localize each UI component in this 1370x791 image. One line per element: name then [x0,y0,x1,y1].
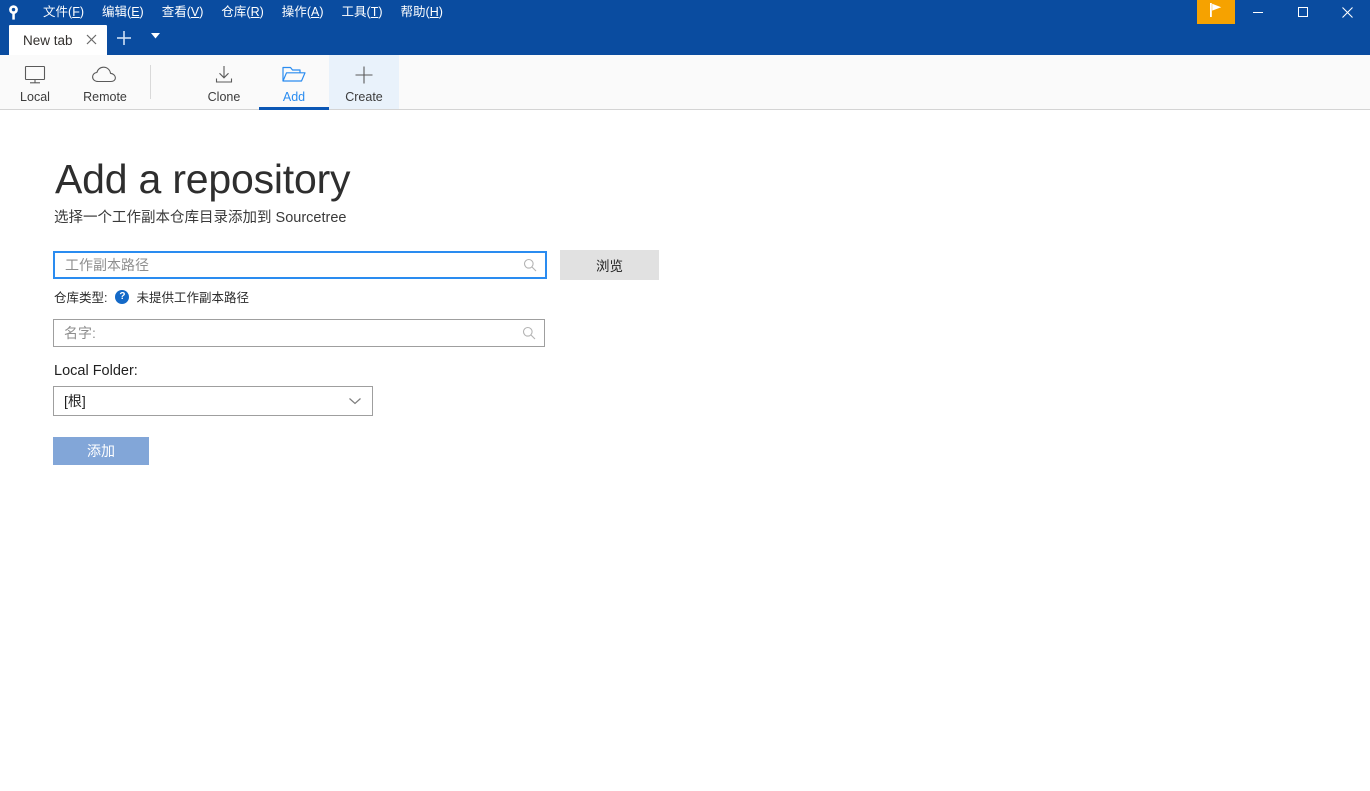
menu-item-file-mnemonic: F [72,5,80,19]
search-icon [522,326,536,340]
minimize-button[interactable] [1235,0,1280,24]
plus-icon [116,28,132,51]
toolbar-button-local[interactable]: Local [0,55,70,109]
menu-bar: 文件(F) 编辑(E) 查看(V) 仓库(R) 操作(A) 工具(T) 帮助(H… [34,0,452,24]
cloud-icon [91,63,119,87]
toolbar-button-create-label: Create [345,90,383,104]
menu-item-edit[interactable]: 编辑(E) [93,1,153,24]
search-icon [523,258,537,272]
main-toolbar: Local Remote Clone Add [0,55,1370,110]
download-arrow-icon [213,63,235,87]
toolbar-button-clone-label: Clone [208,90,241,104]
toolbar-button-remote-label: Remote [83,90,127,104]
monitor-icon [23,63,47,87]
menu-item-actions-mnemonic: A [311,5,319,19]
toolbar-spacer [161,55,189,109]
toolbar-button-add[interactable]: Add [259,55,329,109]
browse-button[interactable]: 浏览 [560,250,659,280]
repo-type-row: 仓库类型: ? 未提供工作副本路径 [54,287,1370,306]
menu-item-help[interactable]: 帮助(H) [392,1,452,24]
working-copy-path-field[interactable] [53,251,547,279]
toolbar-button-local-label: Local [20,90,50,104]
new-tab-button[interactable] [107,29,141,50]
local-folder-selected-value: [根] [64,391,86,411]
working-copy-path-input[interactable] [55,254,545,276]
close-icon [1341,6,1354,19]
menu-item-help-label: 帮助 [401,5,426,19]
toolbar-button-create[interactable]: Create [329,55,399,109]
maximize-icon [1297,6,1309,18]
close-button[interactable] [1325,0,1370,24]
name-field-row [53,319,1370,347]
repo-type-status: 未提供工作副本路径 [136,287,249,306]
path-field-row: 浏览 [53,250,1370,280]
menu-item-tools-mnemonic: T [371,5,379,19]
tab-label: New tab [23,33,73,48]
add-button[interactable]: 添加 [53,437,149,465]
menu-item-repository-mnemonic: R [251,5,260,19]
sourcetree-logo-icon [0,0,26,24]
toolbar-button-remote[interactable]: Remote [70,55,140,109]
page-subtitle: 选择一个工作副本仓库目录添加到 Sourcetree [54,208,1370,228]
window-controls [1197,0,1370,24]
open-folder-icon [281,63,307,87]
chevron-down-icon [348,397,362,406]
toolbar-button-clone[interactable]: Clone [189,55,259,109]
menu-item-repository-label: 仓库 [221,5,246,19]
chevron-down-icon [151,26,160,43]
menu-item-actions[interactable]: 操作(A) [273,1,333,24]
local-folder-select[interactable]: [根] [53,386,373,416]
repo-type-label: 仓库类型: [54,287,107,306]
menu-item-view-mnemonic: V [191,5,199,19]
tab-new-tab[interactable]: New tab [9,25,107,55]
minimize-icon [1252,6,1264,18]
toolbar-separator [150,65,151,99]
plus-icon [353,63,375,87]
tab-list-dropdown-button[interactable] [143,26,168,44]
menu-item-file-label: 文件 [43,5,68,19]
close-icon[interactable] [85,33,99,47]
menu-item-actions-label: 操作 [282,5,307,19]
flag-icon [1209,2,1224,23]
menu-item-view-label: 查看 [162,5,187,19]
menu-item-edit-label: 编辑 [102,5,127,19]
toolbar-button-add-label: Add [283,90,305,104]
menu-item-file[interactable]: 文件(F) [34,1,93,24]
menu-item-tools-label: 工具 [342,5,367,19]
repository-name-field[interactable] [53,319,545,347]
repository-name-input[interactable] [54,322,544,344]
menu-item-tools[interactable]: 工具(T) [333,1,392,24]
menu-item-view[interactable]: 查看(V) [153,1,213,24]
maximize-button[interactable] [1280,0,1325,24]
flag-button[interactable] [1197,0,1235,24]
tab-strip: New tab [0,24,1370,55]
menu-item-edit-mnemonic: E [131,5,139,19]
title-bar: 文件(F) 编辑(E) 查看(V) 仓库(R) 操作(A) 工具(T) 帮助(H… [0,0,1370,24]
add-repository-panel: Add a repository 选择一个工作副本仓库目录添加到 Sourcet… [0,110,1370,465]
local-folder-label: Local Folder: [54,363,1370,379]
menu-item-repository[interactable]: 仓库(R) [212,1,272,24]
page-title: Add a repository [55,156,1370,202]
question-mark-icon[interactable]: ? [115,290,129,304]
menu-item-help-mnemonic: H [430,5,439,19]
